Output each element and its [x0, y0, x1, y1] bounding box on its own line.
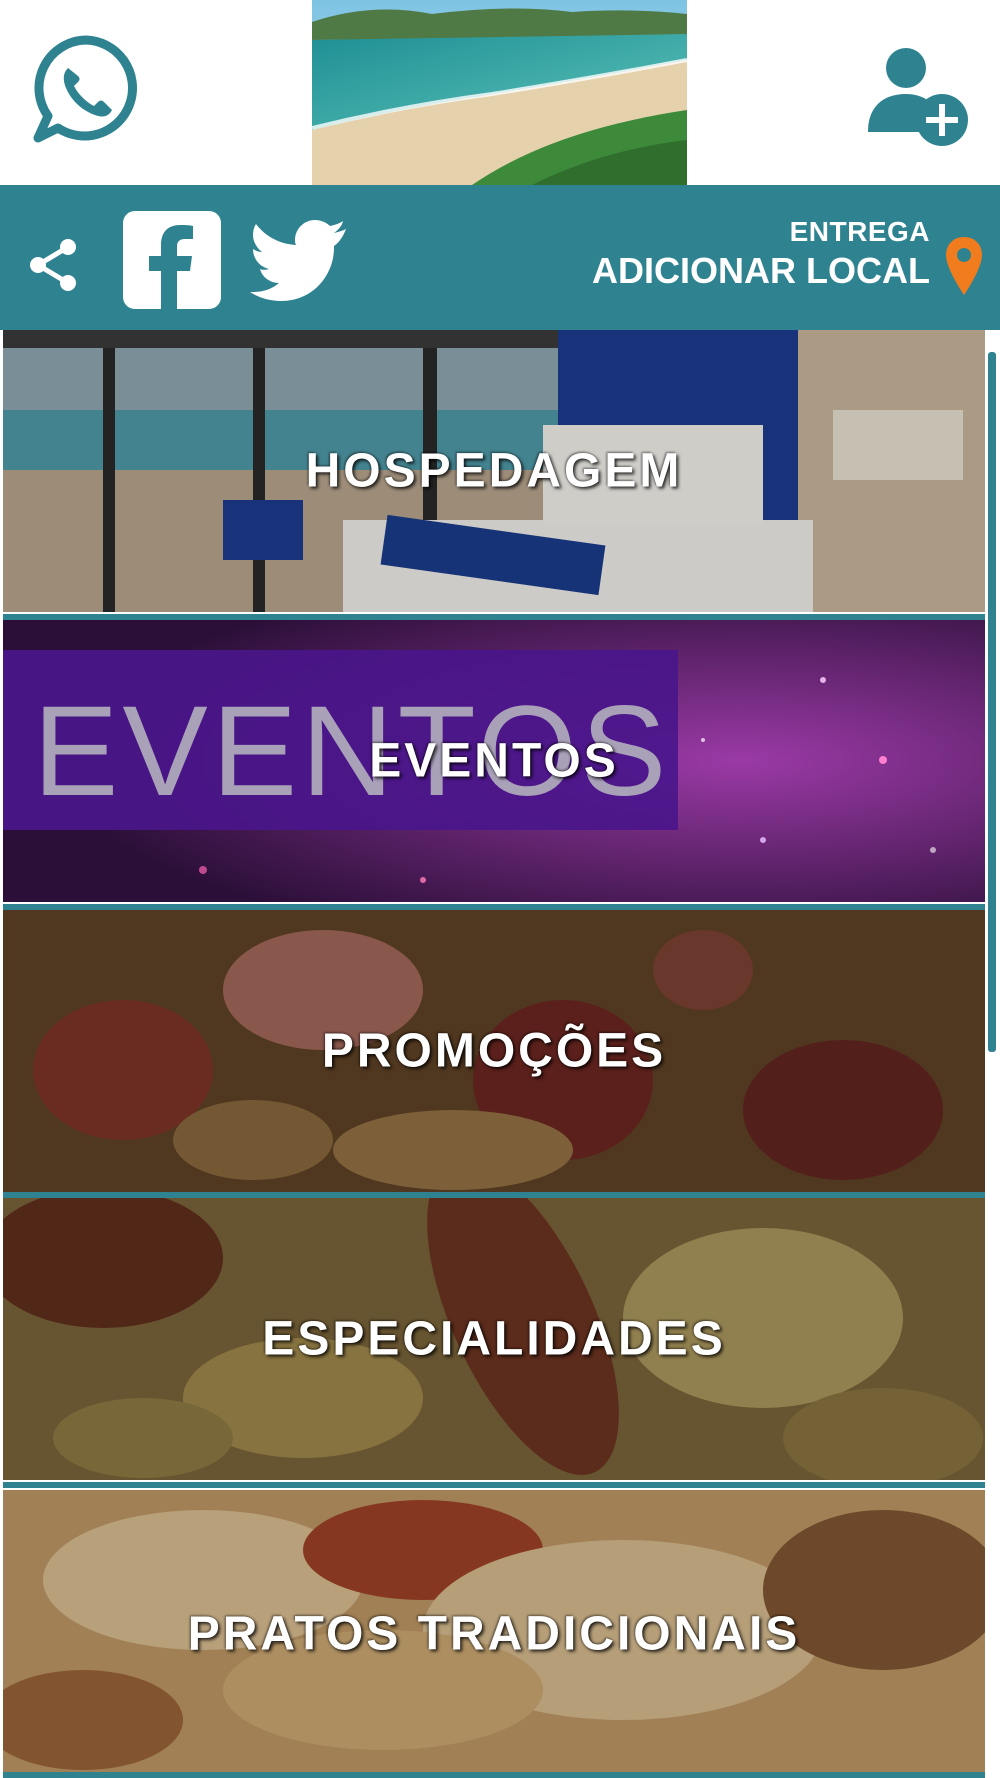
location-pin-button[interactable] [944, 235, 984, 297]
category-label: EVENTOS [369, 734, 619, 788]
category-label: HOSPEDAGEM [305, 444, 683, 498]
share-icon [30, 239, 76, 291]
divider [3, 1772, 985, 1778]
category-tile-especialidades[interactable]: ESPECIALIDADES [3, 1198, 985, 1480]
divider [3, 1482, 985, 1488]
add-user-button[interactable] [862, 40, 972, 150]
category-tile-eventos[interactable]: EVENTOS EVENTOS [3, 620, 985, 902]
category-label: PROMOÇÕES [321, 1024, 667, 1078]
facebook-icon [149, 225, 193, 309]
whatsapp-button[interactable] [28, 32, 144, 148]
category-label: PRATOS TRADICIONAIS [187, 1607, 801, 1661]
delivery-location[interactable]: ENTREGA ADICIONAR LOCAL [592, 217, 930, 293]
whatsapp-icon [33, 35, 137, 143]
category-tile-hospedagem[interactable]: HOSPEDAGEM [3, 330, 985, 612]
twitter-icon [250, 220, 346, 301]
category-list: HOSPEDAGEM EVENTOS EVENTOS PROMOÇÕES ESP… [0, 330, 1000, 1778]
share-button[interactable] [26, 237, 82, 293]
add-location-label[interactable]: ADICIONAR LOCAL [592, 249, 930, 293]
category-tile-promocoes[interactable]: PROMOÇÕES [3, 910, 985, 1192]
facebook-button[interactable] [123, 211, 221, 309]
add-user-icon [868, 48, 968, 146]
app-header [0, 0, 1000, 185]
category-tile-pratos-tradicionais[interactable]: PRATOS TRADICIONAIS [3, 1490, 985, 1778]
social-toolbar: ENTREGA ADICIONAR LOCAL [0, 185, 1000, 330]
twitter-button[interactable] [250, 215, 350, 305]
beach-banner-image [312, 0, 687, 185]
category-label: ESPECIALIDADES [262, 1312, 726, 1366]
location-pin-icon [946, 237, 982, 295]
delivery-label: ENTREGA [789, 216, 930, 247]
scrollbar[interactable] [988, 352, 996, 1052]
